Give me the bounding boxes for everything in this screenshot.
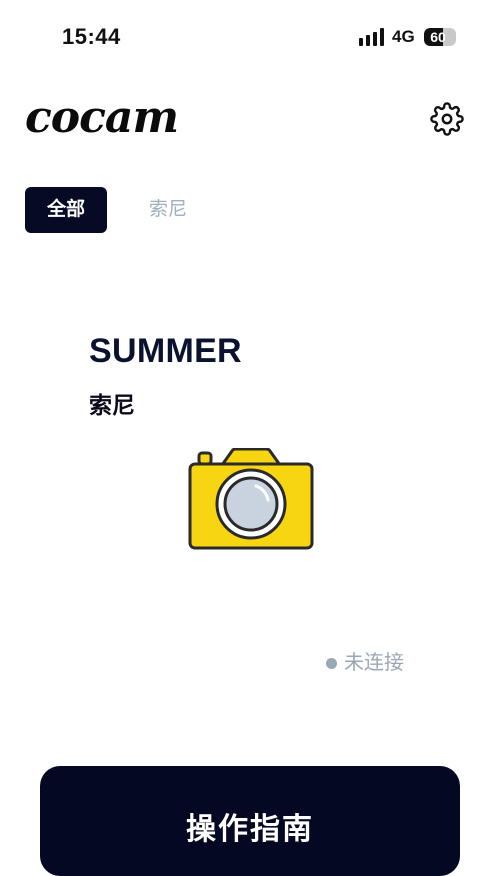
operation-guide-label: 操作指南 bbox=[186, 813, 314, 846]
status-time: 15:44 bbox=[62, 24, 121, 49]
battery-icon: 60 bbox=[424, 28, 456, 46]
connection-status: 未连接 bbox=[326, 650, 404, 676]
device-card[interactable]: SUMMER 索尼 未连接 bbox=[60, 310, 440, 710]
device-name: SUMMER bbox=[89, 332, 242, 370]
network-type: 4G bbox=[392, 27, 415, 46]
battery-level: 60 bbox=[430, 29, 446, 45]
connection-status-label: 未连接 bbox=[344, 652, 404, 674]
app-logo: cocam bbox=[25, 92, 179, 143]
tab-sony[interactable]: 索尼 bbox=[130, 187, 206, 233]
device-brand: 索尼 bbox=[89, 392, 135, 418]
status-dot-icon bbox=[326, 657, 337, 669]
camera-icon bbox=[188, 448, 314, 550]
tab-all[interactable]: 全部 bbox=[25, 187, 107, 233]
gear-icon bbox=[430, 102, 464, 136]
status-bar: 15:44 4G 60 bbox=[0, 0, 500, 72]
operation-guide-button[interactable]: 操作指南 bbox=[40, 766, 460, 876]
settings-button[interactable] bbox=[430, 102, 464, 136]
cellular-signal-icon bbox=[359, 28, 385, 46]
